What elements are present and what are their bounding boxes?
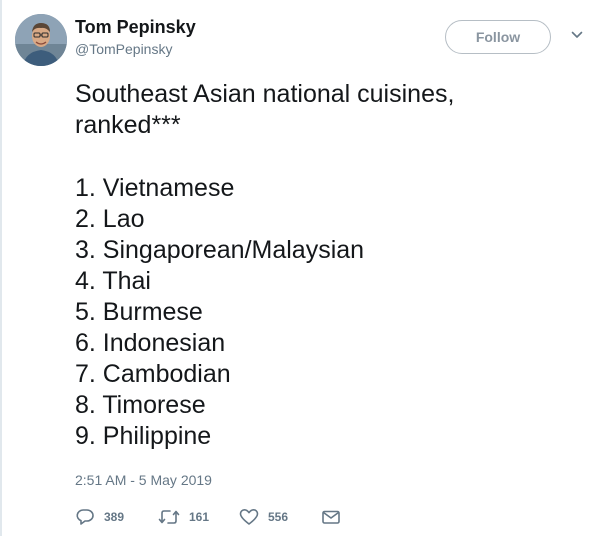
follow-button[interactable]: Follow: [445, 20, 551, 54]
ranking-item: 2. Lao: [75, 205, 145, 233]
tweet-title-line: Southeast Asian national cuisines,: [75, 80, 455, 108]
left-divider: [0, 0, 2, 536]
heart-icon: [239, 509, 259, 525]
ranking-item: 1. Vietnamese: [75, 174, 235, 202]
envelope-icon: [322, 510, 340, 524]
ranking-item: 9. Philippine: [75, 422, 212, 450]
user-handle[interactable]: @TomPepinsky: [75, 39, 196, 59]
reply-icon: [76, 509, 94, 525]
tweet-card: Tom Pepinsky @TomPepinsky Follow Southea…: [0, 0, 608, 536]
ranking-item: 6. Indonesian: [75, 329, 226, 357]
ranking-item: 4. Thai: [75, 267, 151, 295]
direct-message-button[interactable]: [321, 508, 341, 526]
user-info: Tom Pepinsky @TomPepinsky: [75, 16, 196, 59]
action-bar: 389 161 556: [75, 506, 341, 528]
retweet-icon: [158, 510, 180, 524]
chevron-down-icon[interactable]: [570, 28, 584, 42]
display-name[interactable]: Tom Pepinsky: [75, 16, 196, 38]
tweet-text: Southeast Asian national cuisines, ranke…: [75, 79, 595, 452]
like-button[interactable]: 556: [239, 508, 321, 526]
ranking-item: 7. Cambodian: [75, 360, 231, 388]
retweet-count: 161: [189, 510, 210, 524]
reply-button[interactable]: 389: [75, 508, 155, 526]
tweet-header: Tom Pepinsky @TomPepinsky Follow: [15, 12, 593, 72]
tweet-title-line: ranked***: [75, 111, 181, 139]
avatar[interactable]: [15, 14, 67, 66]
ranking-item: 5. Burmese: [75, 298, 203, 326]
retweet-button[interactable]: 161: [158, 508, 238, 526]
ranking-item: 3. Singaporean/Malaysian: [75, 236, 365, 264]
ranking-item: 8. Timorese: [75, 391, 206, 419]
like-count: 556: [268, 510, 289, 524]
tweet-timestamp[interactable]: 2:51 AM - 5 May 2019: [75, 472, 212, 488]
reply-count: 389: [104, 510, 125, 524]
